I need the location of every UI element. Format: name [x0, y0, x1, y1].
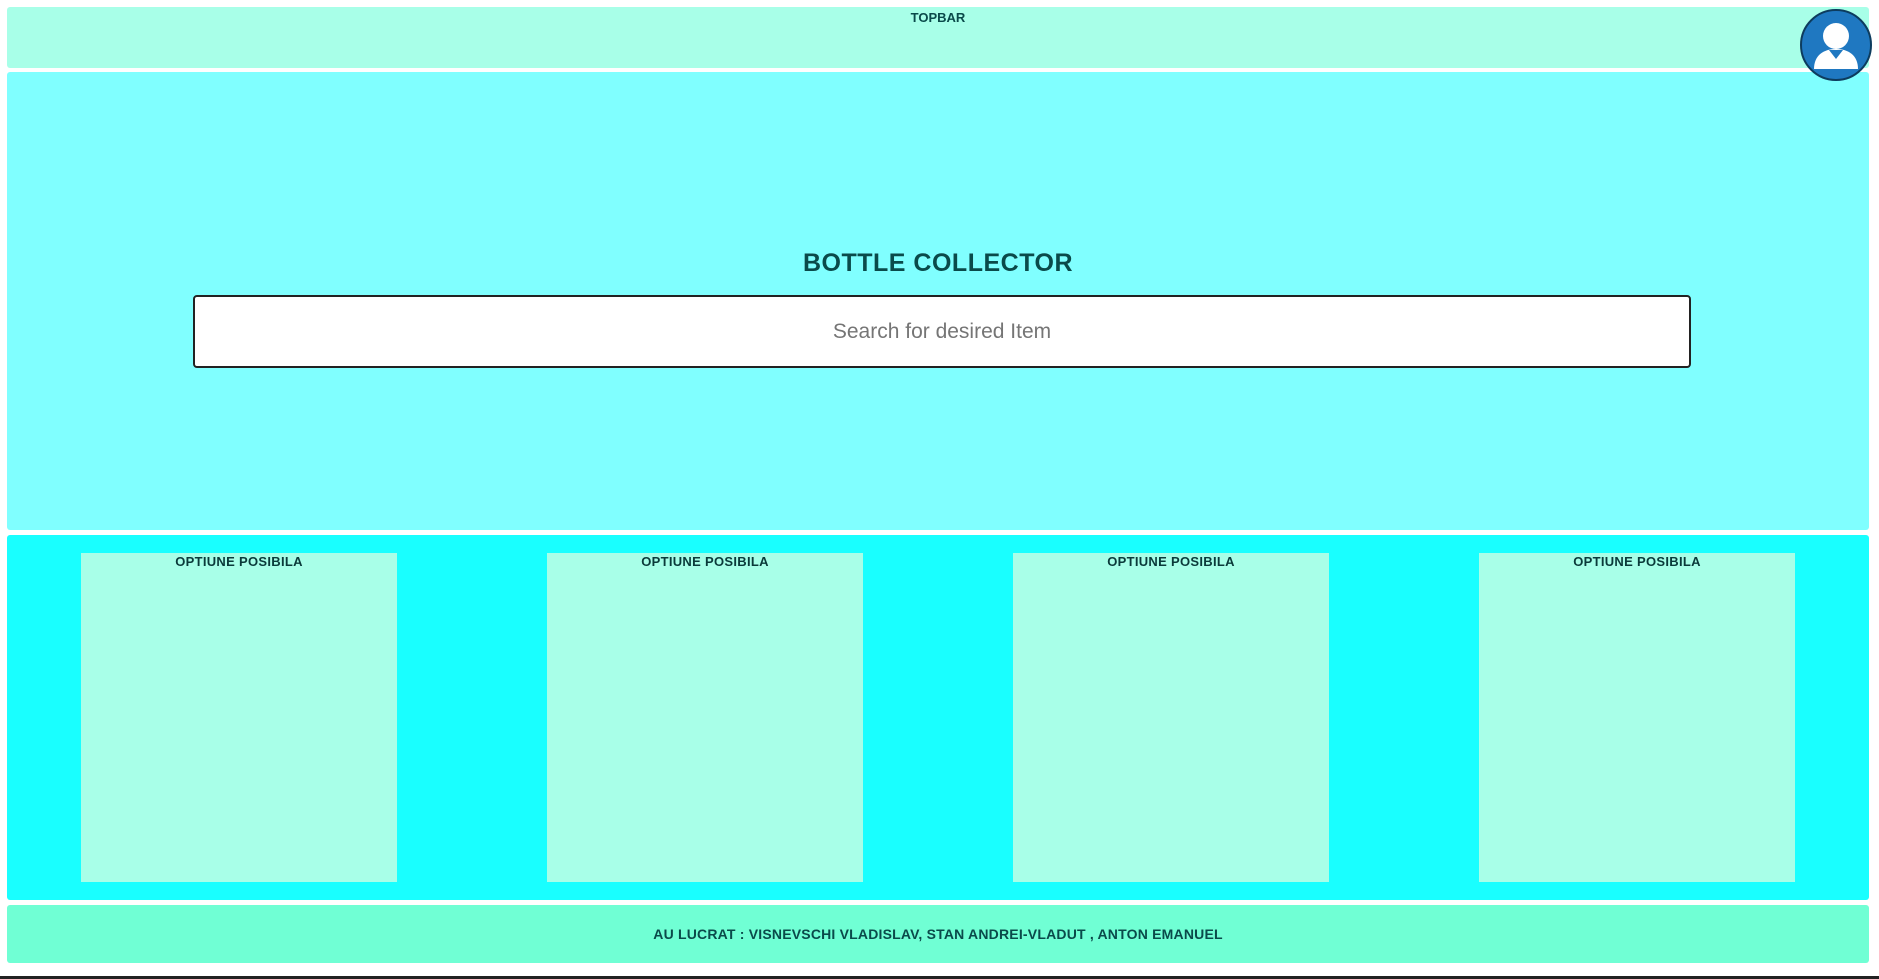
option-card[interactable]: OPTIUNE POSIBILA — [1479, 553, 1795, 882]
user-silhouette-icon — [1814, 23, 1858, 69]
options-section: OPTIUNE POSIBILA OPTIUNE POSIBILA OPTIUN… — [7, 535, 1869, 900]
option-card-title: OPTIUNE POSIBILA — [1573, 554, 1701, 569]
hero-section: BOTTLE COLLECTOR — [7, 72, 1869, 530]
option-card[interactable]: OPTIUNE POSIBILA — [81, 553, 397, 882]
page-title: BOTTLE COLLECTOR — [802, 249, 1074, 277]
footer: AU LUCRAT : VISNEVSCHI VLADISLAV, STAN A… — [7, 905, 1869, 963]
topbar-title: TOPBAR — [910, 10, 966, 25]
option-card-title: OPTIUNE POSIBILA — [641, 554, 769, 569]
option-card[interactable]: OPTIUNE POSIBILA — [1013, 553, 1329, 882]
search-input[interactable] — [193, 295, 1691, 368]
option-card-title: OPTIUNE POSIBILA — [175, 554, 303, 569]
topbar: TOPBAR — [7, 7, 1869, 68]
option-card[interactable]: OPTIUNE POSIBILA — [547, 553, 863, 882]
page: TOPBAR BOTTLE COLLECTOR OPTIUNE POSIBILA… — [0, 0, 1879, 979]
footer-credits: AU LUCRAT : VISNEVSCHI VLADISLAV, STAN A… — [653, 926, 1223, 942]
option-card-title: OPTIUNE POSIBILA — [1107, 554, 1235, 569]
user-avatar-icon[interactable] — [1800, 9, 1872, 81]
